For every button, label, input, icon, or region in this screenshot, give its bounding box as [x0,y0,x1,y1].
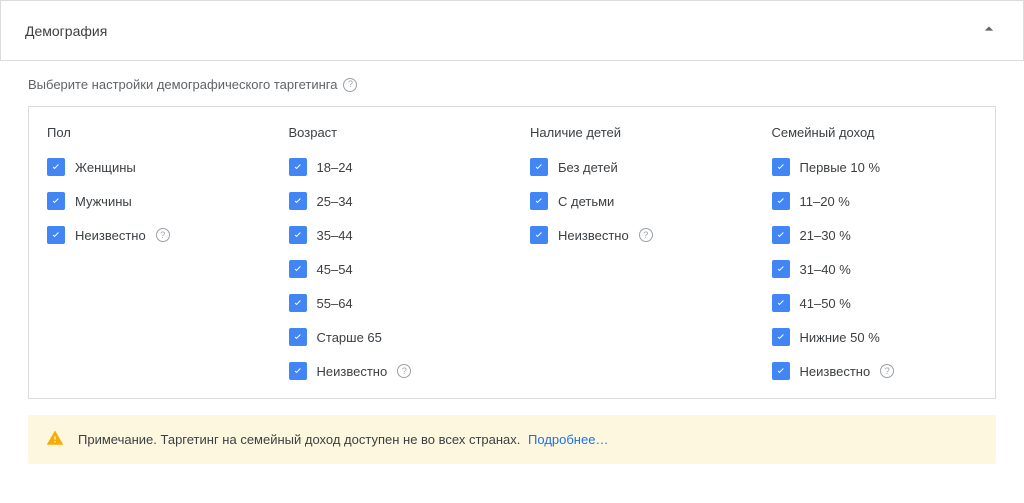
checkbox-icon[interactable] [289,294,307,312]
column-header: Наличие детей [530,125,736,140]
notice-text: Примечание. Таргетинг на семейный доход … [78,432,608,447]
checkbox-label: 18–24 [317,160,353,175]
column-income: Семейный доход Первые 10 % 11–20 % 21–30… [754,107,996,398]
checkbox-label: Нижние 50 % [800,330,880,345]
checkbox-label: Неизвестно [75,228,146,243]
checkbox-label: 31–40 % [800,262,851,277]
checkbox-icon[interactable] [289,226,307,244]
help-icon[interactable]: ? [343,78,357,92]
checkbox-icon[interactable] [47,158,65,176]
checkbox-label: 55–64 [317,296,353,311]
help-icon[interactable]: ? [880,364,894,378]
checkbox-label: Первые 10 % [800,160,881,175]
checkbox-row: 21–30 % [772,226,978,244]
checkbox-row: 11–20 % [772,192,978,210]
checkbox-label: 35–44 [317,228,353,243]
checkbox-row: 41–50 % [772,294,978,312]
income-notice: Примечание. Таргетинг на семейный доход … [28,415,996,464]
checkbox-icon[interactable] [289,260,307,278]
checkbox-icon[interactable] [772,226,790,244]
column-gender: Пол Женщины Мужчины Неизвестно ? [29,107,271,398]
checkbox-icon[interactable] [530,192,548,210]
panel-title: Демография [25,23,107,39]
checkbox-label: 25–34 [317,194,353,209]
checkbox-icon[interactable] [289,192,307,210]
checkbox-row: Старше 65 [289,328,495,346]
checkbox-row: Неизвестно? [772,362,978,380]
checkbox-row: 31–40 % [772,260,978,278]
checkbox-icon[interactable] [772,328,790,346]
checkbox-row: Без детей [530,158,736,176]
demographics-grid: Пол Женщины Мужчины Неизвестно ? Возраст… [28,106,996,399]
checkbox-icon[interactable] [289,158,307,176]
checkbox-label: Неизвестно [558,228,629,243]
checkbox-icon[interactable] [530,158,548,176]
instructions-row: Выберите настройки демографического тарг… [28,77,996,92]
checkbox-label: 41–50 % [800,296,851,311]
notice-prefix: Примечание. [78,432,157,447]
demographics-panel-body: Выберите настройки демографического тарг… [0,61,1024,484]
checkbox-label: 45–54 [317,262,353,277]
checkbox-row: 25–34 [289,192,495,210]
checkbox-row: С детьми [530,192,736,210]
checkbox-row: Мужчины [47,192,253,210]
checkbox-row: 45–54 [289,260,495,278]
checkbox-row: Неизвестно? [289,362,495,380]
checkbox-icon[interactable] [772,362,790,380]
checkbox-row: Нижние 50 % [772,328,978,346]
checkbox-label: Мужчины [75,194,132,209]
notice-body: Таргетинг на семейный доход доступен не … [160,432,520,447]
instructions-text: Выберите настройки демографического тарг… [28,77,337,92]
column-header: Возраст [289,125,495,140]
checkbox-label: Женщины [75,160,136,175]
demographics-panel-header[interactable]: Демография [0,0,1024,61]
notice-link[interactable]: Подробнее… [528,432,608,447]
checkbox-row: Неизвестно ? [47,226,253,244]
checkbox-label: Неизвестно [800,364,871,379]
checkbox-icon[interactable] [772,294,790,312]
checkbox-row: 35–44 [289,226,495,244]
warning-icon [46,429,64,450]
checkbox-row: 55–64 [289,294,495,312]
help-icon[interactable]: ? [639,228,653,242]
checkbox-label: 11–20 % [800,194,850,209]
checkbox-row: Неизвестно? [530,226,736,244]
checkbox-icon[interactable] [289,362,307,380]
checkbox-icon[interactable] [772,158,790,176]
checkbox-icon[interactable] [47,192,65,210]
checkbox-label: Неизвестно [317,364,388,379]
checkbox-row: Первые 10 % [772,158,978,176]
checkbox-icon[interactable] [772,192,790,210]
checkbox-row: 18–24 [289,158,495,176]
checkbox-label: Старше 65 [317,330,382,345]
column-parental: Наличие детей Без детей С детьми Неизвес… [512,107,754,398]
help-icon[interactable]: ? [156,228,170,242]
column-age: Возраст 18–24 25–34 35–44 45–54 55–64 Ст… [271,107,513,398]
checkbox-label: 21–30 % [800,228,851,243]
checkbox-row: Женщины [47,158,253,176]
help-icon[interactable]: ? [397,364,411,378]
checkbox-label: Без детей [558,160,618,175]
checkbox-icon[interactable] [772,260,790,278]
checkbox-icon[interactable] [530,226,548,244]
checkbox-icon[interactable] [289,328,307,346]
checkbox-icon[interactable] [47,226,65,244]
column-header: Пол [47,125,253,140]
column-header: Семейный доход [772,125,978,140]
chevron-up-icon [979,19,999,42]
checkbox-label: С детьми [558,194,614,209]
